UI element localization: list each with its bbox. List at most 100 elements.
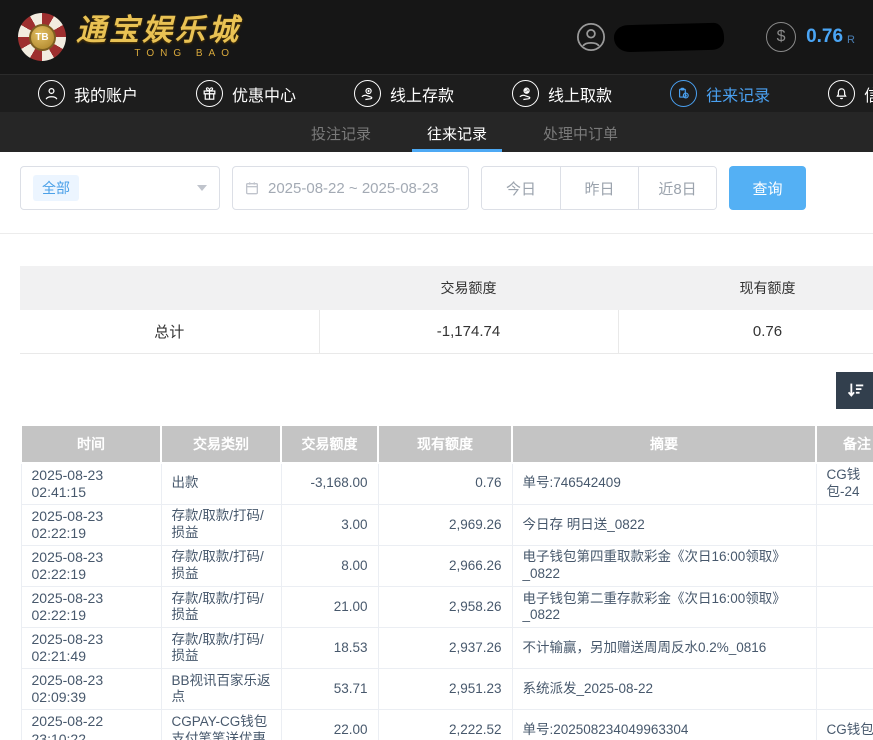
gift-icon xyxy=(196,80,223,107)
nav-item-my-account[interactable]: 我的账户 xyxy=(38,80,138,107)
nav-item-withdraw[interactable]: 线上取款 xyxy=(512,80,612,107)
date-range-picker[interactable]: 2025-08-22 ~ 2025-08-23 xyxy=(232,166,469,210)
cell-note xyxy=(816,504,873,545)
cell-summary: 今日存 明日送_0822 xyxy=(512,504,816,545)
records-icon xyxy=(670,80,697,107)
col-note: 备注 xyxy=(816,425,873,463)
summary-transaction-total: -1,174.74 xyxy=(319,310,618,353)
cell-summary: 电子钱包第四重取款彩金《次日16:00领取》_0822 xyxy=(512,545,816,586)
cell-amount: 8.00 xyxy=(281,545,378,586)
table-row: 2025-08-23 02:09:39 BB视讯百家乐返点 53.71 2,95… xyxy=(21,669,873,710)
cell-summary: 单号:202508234049963304 xyxy=(512,710,816,740)
user-circle-icon xyxy=(38,80,65,107)
summary-section: 交易额度 现有额度 总计 -1,174.74 0.76 xyxy=(20,266,873,354)
tab-bet-records[interactable]: 投注记录 xyxy=(296,112,386,152)
quick-date-group: 今日 昨日 近8日 xyxy=(481,166,717,210)
nav-item-promotions[interactable]: 优惠中心 xyxy=(196,80,296,107)
last8days-button[interactable]: 近8日 xyxy=(638,167,716,209)
poker-chip-icon: TB xyxy=(18,13,66,61)
type-select-value: 全部 xyxy=(33,175,79,201)
records-section: 时间 交易类别 交易额度 现有额度 摘要 备注 2025-08-23 02:41… xyxy=(20,424,873,740)
type-select[interactable]: 全部 xyxy=(20,166,220,210)
cell-amount: -3,168.00 xyxy=(281,463,378,505)
records-table: 时间 交易类别 交易额度 现有额度 摘要 备注 2025-08-23 02:41… xyxy=(20,424,873,740)
chip-label: TB xyxy=(29,24,56,51)
deposit-icon xyxy=(354,80,381,107)
chevron-down-icon xyxy=(197,185,207,191)
cell-type: 存款/取款/打码/损益 xyxy=(161,545,281,586)
search-button[interactable]: 查询 xyxy=(729,166,806,210)
cell-balance: 2,969.26 xyxy=(378,504,512,545)
cell-note xyxy=(816,669,873,710)
summary-header-balance: 现有额度 xyxy=(618,266,873,310)
cell-type: 出款 xyxy=(161,463,281,505)
sort-descending-icon xyxy=(844,379,866,401)
nav-item-records[interactable]: 往来记录 xyxy=(670,80,770,107)
cell-type: BB视讯百家乐返点 xyxy=(161,669,281,710)
date-range-value: 2025-08-22 ~ 2025-08-23 xyxy=(268,180,439,197)
table-row: 2025-08-23 02:21:49 存款/取款/打码/损益 18.53 2,… xyxy=(21,628,873,669)
cell-balance: 2,222.52 xyxy=(378,710,512,740)
cell-time: 2025-08-22 23:10:22 xyxy=(21,710,161,740)
tab-transaction-records[interactable]: 往来记录 xyxy=(412,112,502,152)
col-amount: 交易额度 xyxy=(281,425,378,463)
cell-type: 存款/取款/打码/损益 xyxy=(161,628,281,669)
withdraw-icon xyxy=(512,80,539,107)
nav-item-announcements[interactable]: 信息公告 xyxy=(828,80,873,107)
cell-note xyxy=(816,545,873,586)
cell-amount: 53.71 xyxy=(281,669,378,710)
user-avatar-icon[interactable] xyxy=(576,22,606,52)
nav-item-deposit[interactable]: 线上存款 xyxy=(354,80,454,107)
summary-total-label: 总计 xyxy=(20,310,319,353)
cell-amount: 18.53 xyxy=(281,628,378,669)
tab-pending-orders[interactable]: 处理中订单 xyxy=(528,112,633,152)
cell-amount: 3.00 xyxy=(281,504,378,545)
cell-time: 2025-08-23 02:22:19 xyxy=(21,545,161,586)
cell-amount: 21.00 xyxy=(281,586,378,627)
cell-summary: 不计输赢，另加赠送周周反水0.2%_0816 xyxy=(512,628,816,669)
bell-icon xyxy=(828,80,855,107)
cell-time: 2025-08-23 02:21:49 xyxy=(21,628,161,669)
cell-time: 2025-08-23 02:41:15 xyxy=(21,463,161,505)
site-subtitle: TONG BAO xyxy=(76,48,241,59)
sort-descending-button[interactable] xyxy=(836,372,873,409)
balance-amount: 0.76 xyxy=(806,26,843,48)
nav-label: 线上取款 xyxy=(548,82,612,106)
today-button[interactable]: 今日 xyxy=(482,167,560,209)
col-time: 时间 xyxy=(21,425,161,463)
summary-balance-total: 0.76 xyxy=(618,310,873,353)
balance-display[interactable]: $ 0.76 R xyxy=(766,22,855,52)
col-type: 交易类别 xyxy=(161,425,281,463)
table-row: 2025-08-23 02:22:19 存款/取款/打码/损益 21.00 2,… xyxy=(21,586,873,627)
summary-header-blank xyxy=(20,266,319,310)
cell-balance: 2,966.26 xyxy=(378,545,512,586)
cell-type: CGPAY-CG钱包支付笔笔送优惠 xyxy=(161,710,281,740)
cell-balance: 2,958.26 xyxy=(378,586,512,627)
cell-type: 存款/取款/打码/损益 xyxy=(161,586,281,627)
calendar-icon xyxy=(244,180,260,196)
cell-summary: 系统派发_2025-08-22 xyxy=(512,669,816,710)
cell-time: 2025-08-23 02:22:19 xyxy=(21,504,161,545)
main-nav: 我的账户 优惠中心 线上存款 线上取款 xyxy=(0,74,873,112)
dollar-icon: $ xyxy=(766,22,796,52)
cell-time: 2025-08-23 02:22:19 xyxy=(21,586,161,627)
nav-label: 线上存款 xyxy=(390,82,454,106)
cell-balance: 2,951.23 xyxy=(378,669,512,710)
cell-balance: 2,937.26 xyxy=(378,628,512,669)
cell-note xyxy=(816,628,873,669)
top-header: TB 通宝娱乐城 TONG BAO $ 0.76 R xyxy=(0,0,873,74)
table-row: 2025-08-22 23:10:22 CGPAY-CG钱包支付笔笔送优惠 22… xyxy=(21,710,873,740)
site-logo[interactable]: TB 通宝娱乐城 TONG BAO xyxy=(18,13,241,61)
table-row: 2025-08-23 02:22:19 存款/取款/打码/损益 8.00 2,9… xyxy=(21,545,873,586)
table-row: 2025-08-23 02:22:19 存款/取款/打码/损益 3.00 2,9… xyxy=(21,504,873,545)
site-title: 通宝娱乐城 xyxy=(76,16,241,46)
cell-note: CG钱包 xyxy=(816,710,873,740)
username-redacted xyxy=(614,22,725,52)
col-balance: 现有额度 xyxy=(378,425,512,463)
cell-amount: 22.00 xyxy=(281,710,378,740)
balance-currency: R xyxy=(847,34,855,46)
yesterday-button[interactable]: 昨日 xyxy=(560,167,638,209)
col-summary: 摘要 xyxy=(512,425,816,463)
table-row: 2025-08-23 02:41:15 出款 -3,168.00 0.76 单号… xyxy=(21,463,873,505)
nav-label: 往来记录 xyxy=(706,82,770,106)
